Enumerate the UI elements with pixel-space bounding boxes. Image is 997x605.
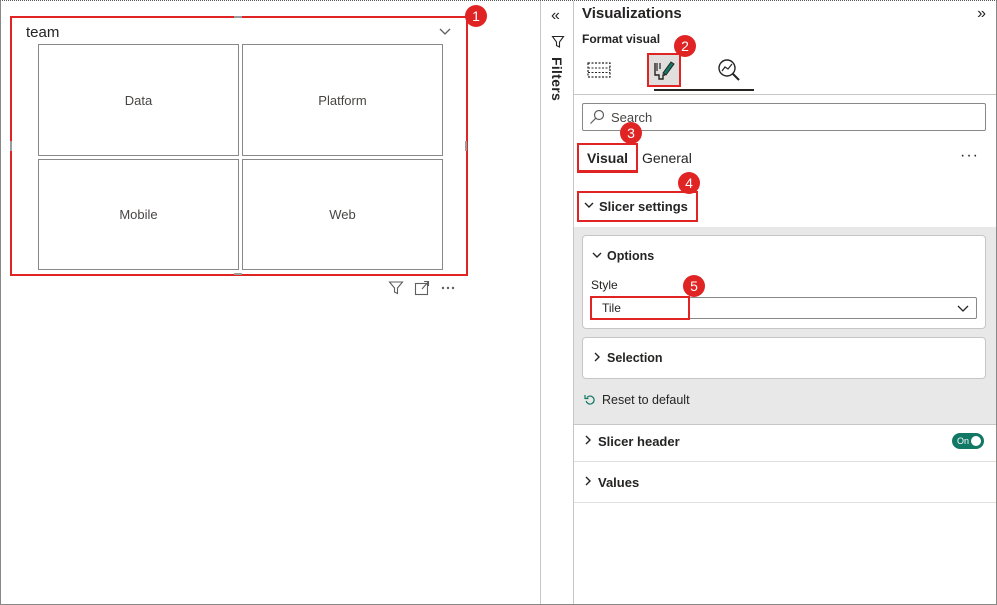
annotation-badge-5: 5 — [683, 275, 705, 297]
annotation-badge-1: 1 — [465, 5, 487, 27]
collapse-left-icon[interactable]: « — [551, 7, 560, 25]
tile-web[interactable]: Web — [242, 159, 443, 270]
expand-right-icon[interactable]: » — [977, 5, 986, 23]
annotation-badge-3: 3 — [620, 122, 642, 144]
pane-title: Visualizations — [582, 5, 682, 22]
format-tabs: Visual General ··· — [577, 143, 993, 173]
slicer-header-toggle[interactable]: On — [952, 433, 984, 449]
format-visual-label: Format visual — [582, 32, 661, 46]
tab-general[interactable]: General — [634, 143, 700, 173]
options-header[interactable]: Options — [583, 236, 985, 276]
format-visual-button[interactable] — [647, 53, 681, 87]
search-box[interactable] — [582, 103, 986, 131]
search-icon — [590, 109, 605, 124]
resize-handle[interactable] — [234, 16, 242, 18]
team-slicer[interactable]: team Data Platform Mobile Web — [10, 16, 468, 276]
chevron-down-icon — [591, 249, 603, 264]
style-label: Style — [591, 278, 618, 292]
slicer-settings-label: Slicer settings — [599, 199, 688, 214]
visual-header-actions — [388, 280, 456, 296]
filter-icon — [551, 35, 565, 48]
reset-to-default-button[interactable]: Reset to default — [584, 393, 690, 407]
options-label: Options — [607, 249, 655, 263]
selection-header[interactable]: Selection — [583, 338, 985, 378]
selection-card[interactable]: Selection — [582, 337, 986, 379]
toggle-knob — [971, 436, 981, 446]
tile-mobile[interactable]: Mobile — [38, 159, 239, 270]
active-indicator — [654, 89, 754, 91]
table-fields-icon — [587, 62, 611, 78]
chevron-down-icon[interactable] — [438, 24, 452, 38]
report-canvas: team Data Platform Mobile Web 1 — [1, 1, 540, 604]
chevron-down-icon — [583, 199, 595, 214]
chevron-down-icon — [957, 305, 969, 312]
pane-icon-row — [574, 49, 996, 95]
filters-pane-collapsed[interactable]: « Filters — [540, 1, 574, 604]
annotation-highlight — [590, 296, 690, 320]
resize-handle[interactable] — [10, 141, 12, 151]
reset-icon — [584, 395, 595, 405]
paintbrush-icon — [654, 61, 675, 80]
visualizations-pane: Visualizations » Format visual 2 Search … — [574, 1, 996, 604]
reset-label: Reset to default — [602, 393, 690, 407]
build-visual-button[interactable] — [582, 53, 616, 87]
chevron-right-icon — [591, 351, 603, 366]
filter-icon[interactable] — [388, 280, 404, 296]
more-options-icon[interactable] — [440, 280, 456, 296]
tile-data[interactable]: Data — [38, 44, 239, 156]
values-label: Values — [598, 475, 640, 490]
annotation-badge-4: 4 — [678, 172, 700, 194]
annotation-badge-2: 2 — [674, 35, 696, 57]
slicer-tiles: Data Platform Mobile Web — [38, 44, 443, 270]
filters-label: Filters — [549, 57, 565, 102]
chevron-right-icon — [582, 434, 594, 449]
selection-label: Selection — [607, 351, 663, 365]
slicer-settings-header[interactable]: Slicer settings — [577, 191, 698, 222]
resize-handle[interactable] — [465, 141, 467, 151]
more-options-icon[interactable]: ··· — [960, 147, 979, 165]
focus-mode-icon[interactable] — [414, 280, 430, 296]
toggle-label: On — [957, 436, 970, 446]
resize-handle[interactable] — [234, 273, 242, 275]
tab-visual[interactable]: Visual — [577, 143, 638, 173]
analytics-button[interactable] — [712, 53, 746, 87]
slicer-header-label: Slicer header — [598, 434, 680, 449]
tile-platform[interactable]: Platform — [242, 44, 443, 156]
search-input[interactable] — [611, 109, 971, 125]
chevron-right-icon — [582, 475, 594, 490]
slicer-header-section[interactable]: Slicer header On — [574, 422, 996, 462]
slicer-settings-body: Options Style Tile 5 Selection Reset to … — [574, 227, 996, 425]
values-section[interactable]: Values — [574, 463, 996, 503]
magnifier-chart-icon — [718, 59, 740, 81]
slicer-title: team — [26, 24, 60, 41]
options-card: Options Style Tile — [582, 235, 986, 329]
